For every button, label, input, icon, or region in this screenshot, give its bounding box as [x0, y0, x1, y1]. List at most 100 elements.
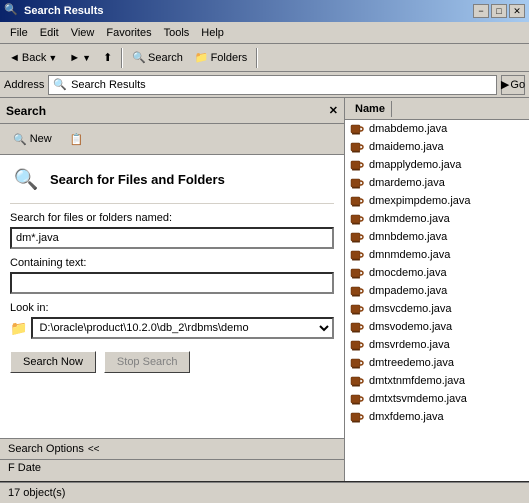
filename-field-group: Search for files or folders named:	[10, 212, 334, 249]
result-item-name: dmxfdemo.java	[369, 411, 444, 423]
result-item[interactable]: dmsvrdemo.java	[345, 336, 529, 354]
extra-option-label: F Date	[8, 462, 41, 474]
result-item[interactable]: dmaidemo.java	[345, 138, 529, 156]
file-icon	[349, 193, 365, 209]
status-text: 17 object(s)	[8, 487, 65, 499]
folders-label: Folders	[211, 52, 248, 64]
menu-tools[interactable]: Tools	[158, 25, 196, 41]
lookin-field-group: Look in: 📁 D:\oracle\product\10.2.0\db_2…	[10, 302, 334, 339]
result-item[interactable]: dmabdemo.java	[345, 120, 529, 138]
containing-input[interactable]	[10, 272, 334, 294]
folders-button[interactable]: 📁 Folders	[190, 47, 252, 69]
folders-icon: 📁	[195, 51, 209, 64]
result-item[interactable]: dmapplydemo.java	[345, 156, 529, 174]
result-item-name: dmsvcdemo.java	[369, 303, 452, 315]
file-icon	[349, 337, 365, 353]
file-icon	[349, 265, 365, 281]
status-bar: 17 object(s)	[0, 481, 529, 503]
main-content: Search ✕ 🔍 New 📋 🔍 Search for Files and …	[0, 98, 529, 481]
filename-input[interactable]	[10, 227, 334, 249]
up-icon: ⬆	[103, 51, 112, 64]
search-options-bar[interactable]: Search Options <<	[0, 438, 344, 459]
result-item-name: dmnmdemo.java	[369, 249, 450, 261]
address-icon: 🔍	[53, 78, 67, 91]
search-form: 🔍 Search for Files and Folders Search fo…	[0, 155, 344, 438]
file-icon	[349, 301, 365, 317]
result-item[interactable]: dmnbdemo.java	[345, 228, 529, 246]
result-item-name: dmkmdemo.java	[369, 213, 450, 225]
back-arrow-icon: ◄	[9, 52, 20, 64]
search-panel: Search ✕ 🔍 New 📋 🔍 Search for Files and …	[0, 98, 345, 481]
result-item[interactable]: dmnmdemo.java	[345, 246, 529, 264]
title-bar-left: 🔍 Search Results	[4, 3, 103, 19]
result-item[interactable]: dmtreedemo.java	[345, 354, 529, 372]
result-item[interactable]: dmpademo.java	[345, 282, 529, 300]
stop-search-button[interactable]: Stop Search	[104, 351, 191, 373]
forward-dropdown-icon[interactable]: ▼	[82, 53, 91, 63]
result-item[interactable]: dmardemo.java	[345, 174, 529, 192]
result-item[interactable]: dmocdemo.java	[345, 264, 529, 282]
search-history-icon: 📋	[70, 133, 84, 146]
file-icon	[349, 229, 365, 245]
search-toolbar: 🔍 New 📋	[0, 124, 344, 155]
file-icon	[349, 391, 365, 407]
file-icon	[349, 319, 365, 335]
search-options-extra: F Date	[0, 459, 344, 481]
back-button[interactable]: ◄ Back ▼	[4, 47, 62, 69]
result-item[interactable]: dmsvcdemo.java	[345, 300, 529, 318]
result-item-name: dmtreedemo.java	[369, 357, 454, 369]
maximize-button[interactable]: □	[491, 4, 507, 18]
menu-view[interactable]: View	[65, 25, 101, 41]
result-item-name: dmapplydemo.java	[369, 159, 461, 171]
title-bar: 🔍 Search Results − □ ✕	[0, 0, 529, 22]
result-item-name: dmaidemo.java	[369, 141, 444, 153]
search-panel-close[interactable]: ✕	[329, 104, 338, 117]
forward-button[interactable]: ► ▼	[64, 47, 96, 69]
result-item-name: dmpademo.java	[369, 285, 447, 297]
file-icon	[349, 175, 365, 191]
file-icon	[349, 373, 365, 389]
search-toolbar-icon: 🔍	[132, 51, 146, 64]
file-icon	[349, 139, 365, 155]
forward-arrow-icon: ►	[69, 52, 80, 64]
minimize-button[interactable]: −	[473, 4, 489, 18]
menu-help[interactable]: Help	[195, 25, 230, 41]
search-files-icon: 🔍	[10, 163, 42, 195]
result-item-name: dmocdemo.java	[369, 267, 447, 279]
result-item[interactable]: dmkmdemo.java	[345, 210, 529, 228]
name-column-header[interactable]: Name	[349, 101, 392, 117]
toolbar-separator-1	[121, 48, 123, 68]
result-item-name: dmsvodemo.java	[369, 321, 452, 333]
lookin-folder-icon: 📁	[10, 320, 27, 337]
search-heading-text: Search for Files and Folders	[50, 172, 225, 187]
lookin-select[interactable]: D:\oracle\product\10.2.0\db_2\rdbms\demo	[31, 317, 334, 339]
file-icon	[349, 409, 365, 425]
search-button[interactable]: 🔍 Search	[127, 47, 188, 69]
file-icon	[349, 121, 365, 137]
result-item-name: dmtxtnmfdemo.java	[369, 375, 465, 387]
back-label: Back	[22, 52, 46, 64]
search-now-button[interactable]: Search Now	[10, 351, 96, 373]
result-item-name: dmexpimpdemo.java	[369, 195, 471, 207]
search-history-button[interactable]: 📋	[63, 128, 91, 150]
result-item[interactable]: dmsvodemo.java	[345, 318, 529, 336]
search-panel-title: Search	[6, 104, 46, 118]
close-button[interactable]: ✕	[509, 4, 525, 18]
toolbar-separator-2	[256, 48, 258, 68]
address-value: Search Results	[71, 79, 492, 91]
address-go-button[interactable]: ▶ Go	[501, 75, 525, 95]
menu-edit[interactable]: Edit	[34, 25, 65, 41]
result-item-name: dmsvrdemo.java	[369, 339, 450, 351]
menu-favorites[interactable]: Favorites	[100, 25, 157, 41]
menu-file[interactable]: File	[4, 25, 34, 41]
search-buttons: Search Now Stop Search	[10, 351, 334, 373]
result-item[interactable]: dmtxtsvmdemo.java	[345, 390, 529, 408]
result-item[interactable]: dmtxtnmfdemo.java	[345, 372, 529, 390]
back-dropdown-icon[interactable]: ▼	[48, 53, 57, 63]
new-search-button[interactable]: 🔍 New	[6, 128, 59, 150]
search-heading: 🔍 Search for Files and Folders	[10, 163, 334, 204]
results-list: dmabdemo.java dmaidemo.java dmapplydemo.ja…	[345, 120, 529, 481]
up-button[interactable]: ⬆	[98, 47, 117, 69]
result-item[interactable]: dmexpimpdemo.java	[345, 192, 529, 210]
result-item[interactable]: dmxfdemo.java	[345, 408, 529, 426]
